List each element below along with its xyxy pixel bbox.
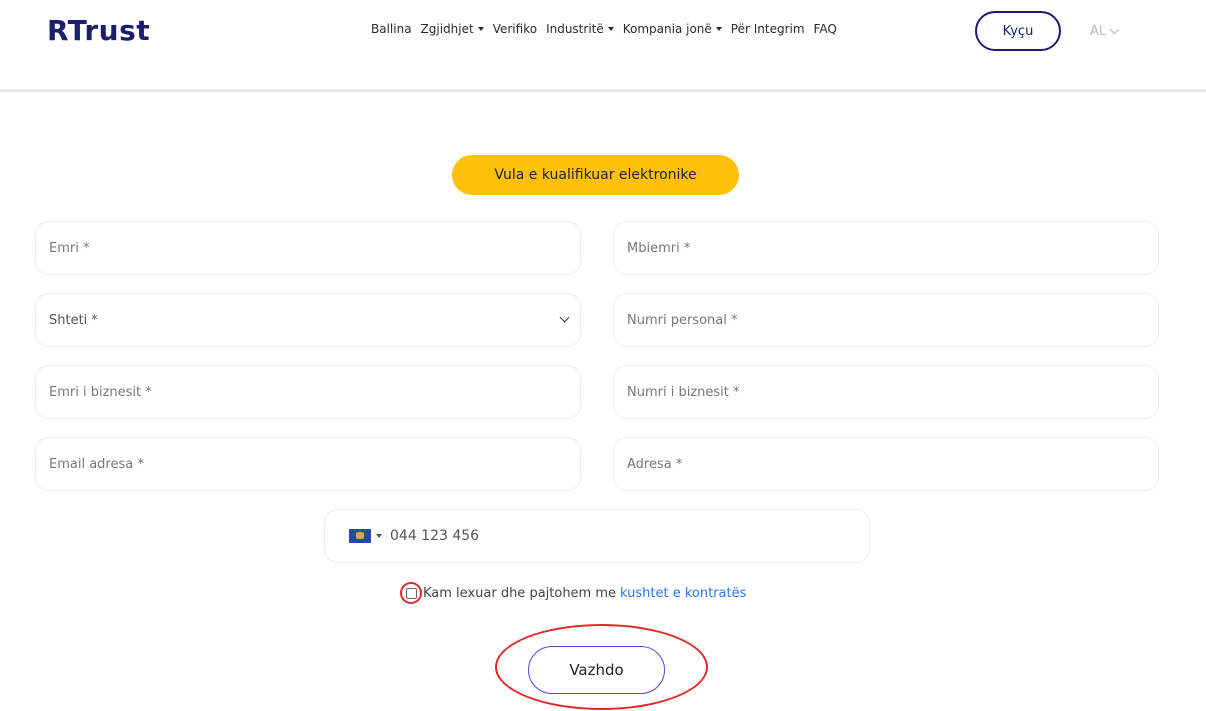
business-name-field[interactable]: Emri i biznesit *: [35, 365, 581, 419]
chevron-down-icon: [1109, 24, 1120, 35]
email-placeholder: Email adresa *: [49, 456, 144, 472]
rtrust-logo[interactable]: RTrust: [47, 14, 150, 47]
first-name-field[interactable]: Emri *: [35, 221, 581, 275]
address-placeholder: Adresa *: [627, 456, 683, 472]
last-name-field[interactable]: Mbiemri *: [613, 221, 1159, 275]
nav-label: FAQ: [813, 22, 837, 36]
terms-checkbox-wrapper: [400, 582, 422, 604]
language-label: AL: [1090, 24, 1107, 39]
personal-number-placeholder: Numri personal *: [627, 312, 738, 328]
country-code-caret-icon[interactable]: [376, 534, 382, 538]
personal-number-field[interactable]: Numri personal *: [613, 293, 1159, 347]
language-selector[interactable]: AL: [1090, 24, 1120, 39]
caret-down-icon: [477, 27, 484, 31]
nav-label: Për Integrim: [730, 22, 805, 36]
phone-placeholder: 044 123 456: [390, 528, 480, 544]
highlight-circle: [400, 582, 422, 604]
terms-text: Kam lexuar dhe pajtohem me: [423, 585, 617, 601]
last-name-placeholder: Mbiemri *: [627, 240, 691, 256]
nav-faq[interactable]: FAQ: [814, 22, 837, 36]
nav-label: Ballina: [371, 22, 412, 36]
business-name-placeholder: Emri i biznesit *: [49, 384, 152, 400]
email-field[interactable]: Email adresa *: [35, 437, 581, 491]
terms-agreement: Kam lexuar dhe pajtohem me kushtet e kon…: [400, 582, 746, 604]
nav-label: Industritë: [546, 22, 604, 36]
chevron-down-icon: [559, 312, 570, 323]
nav-per-integrim[interactable]: Për Integrim: [731, 22, 805, 36]
flag-map-shape: [356, 532, 364, 539]
terms-link[interactable]: kushtet e kontratës: [620, 586, 746, 601]
nav-label: Verifiko: [492, 22, 538, 36]
nav-zgjidhjet[interactable]: Zgjidhjet: [421, 22, 484, 36]
continue-button[interactable]: Vazhdo: [528, 646, 665, 694]
kosovo-flag-icon[interactable]: [349, 529, 371, 543]
nav-industrite[interactable]: Industritë: [546, 22, 614, 36]
caret-down-icon: [715, 27, 722, 31]
nav-label: Zgjidhjet: [420, 22, 474, 36]
nav-ballina[interactable]: Ballina: [371, 22, 412, 36]
first-name-placeholder: Emri *: [49, 240, 90, 256]
caret-down-icon: [607, 27, 614, 31]
business-number-field[interactable]: Numri i biznesit *: [613, 365, 1159, 419]
address-field[interactable]: Adresa *: [613, 437, 1159, 491]
nav-label: Kompania jonë: [622, 22, 712, 36]
form-title-badge: Vula e kualifikuar elektronike: [452, 155, 739, 195]
main-nav: Ballina Zgjidhjet Verifiko Industritë Ko…: [371, 22, 846, 36]
login-button[interactable]: Kyçu: [975, 11, 1061, 51]
nav-kompania[interactable]: Kompania jonë: [623, 22, 722, 36]
country-select[interactable]: Shteti *: [35, 293, 581, 347]
country-placeholder: Shteti *: [49, 312, 98, 328]
phone-field[interactable]: 044 123 456: [324, 509, 870, 563]
nav-verifiko[interactable]: Verifiko: [493, 22, 537, 36]
site-header: RTrust Ballina Zgjidhjet Verifiko Indust…: [0, 0, 1206, 92]
business-number-placeholder: Numri i biznesit *: [627, 384, 740, 400]
